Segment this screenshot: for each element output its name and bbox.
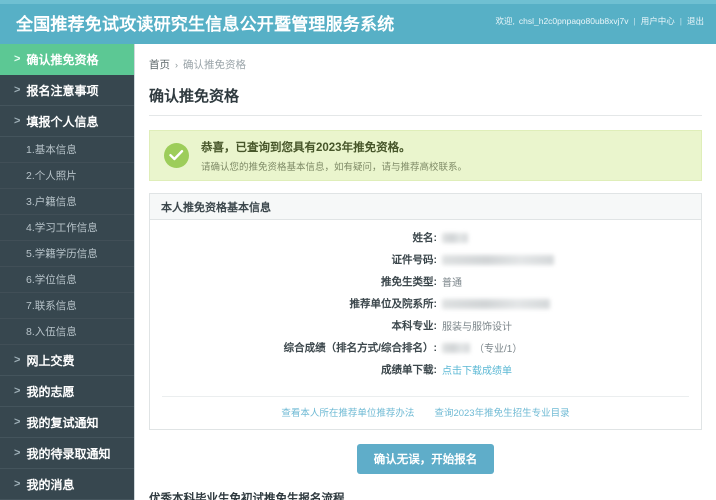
- username-label: chsl_h2c0pnpaqo80ub8xvj7v: [518, 16, 629, 26]
- flow-section-title: 优秀本科毕业生免初试推免生报名流程: [149, 493, 345, 500]
- sidebar-item-label: 填报个人信息: [26, 114, 99, 129]
- sidebar-item-my-messages[interactable]: > 我的消息: [0, 469, 134, 500]
- view-recommend-method-link[interactable]: 查看本人所在推荐单位推荐办法: [281, 405, 414, 419]
- alert-title: 恭喜，已查询到您具有2023年推免资格。: [201, 141, 411, 154]
- sidebar-item-label: 我的待录取通知: [26, 446, 111, 461]
- user-center-link[interactable]: 用户中心: [641, 15, 675, 27]
- sidebar-item-personal-info[interactable]: > 填报个人信息: [0, 106, 134, 137]
- main-content: 首页 › 确认推免资格 确认推免资格 恭喜，已查询到您具有2023年推免资格。 …: [135, 44, 716, 500]
- welcome-prefix: 欢迎,: [495, 16, 515, 26]
- sidebar-subitem-degree[interactable]: 6.学位信息: [0, 267, 134, 293]
- user-area: 欢迎, chsl_h2c0pnpaqo80ub8xvj7v | 用户中心 | 退…: [496, 15, 705, 27]
- field-value: [442, 298, 550, 309]
- chevron-right-icon: >: [14, 478, 21, 490]
- page-title: 确认推免资格: [149, 88, 240, 105]
- sidebar-item-admission-notice[interactable]: > 我的待录取通知: [0, 438, 134, 469]
- alert-text-block: 恭喜，已查询到您具有2023年推免资格。 请确认您的推免资格基本信息，如有疑问，…: [201, 139, 467, 173]
- field-row-id-number: 证件号码:: [150, 250, 701, 269]
- sidebar-item-label: 我的消息: [26, 477, 75, 492]
- chevron-right-icon: >: [14, 84, 21, 96]
- site-title: 全国推荐免试攻读研究生信息公开暨管理服务系统: [16, 14, 395, 34]
- sidebar-item-confirm-qualification[interactable]: > 确认推免资格: [0, 44, 134, 75]
- sidebar-item-registration-notes[interactable]: > 报名注意事项: [0, 75, 134, 106]
- user-area-separator-1: |: [633, 16, 636, 26]
- breadcrumb-home-link[interactable]: 首页: [149, 57, 170, 72]
- field-label: 综合成绩（排名方式/综合排名）:: [283, 342, 437, 354]
- redacted-value: [442, 254, 554, 265]
- top-header-bar: 全国推荐免试攻读研究生信息公开暨管理服务系统 欢迎, chsl_h2c0pnpa…: [0, 0, 716, 44]
- header-accent-strip: [0, 0, 716, 4]
- qualification-info-panel: 本人推免资格基本信息 姓名: 证件号码: 推免生类型: 普通 推荐单位及院系所:…: [149, 193, 702, 430]
- confirm-start-registration-button[interactable]: 确认无误，开始报名: [356, 444, 495, 474]
- sidebar-subitem-enlistment[interactable]: 8.入伍信息: [0, 319, 134, 345]
- sidebar-subitem-education[interactable]: 5.学籍学历信息: [0, 241, 134, 267]
- redacted-value: [442, 298, 550, 309]
- sidebar-subitem-contact[interactable]: 7.联系信息: [0, 293, 134, 319]
- field-label: 推荐单位及院系所:: [349, 298, 438, 310]
- sidebar-subitem-basic-info[interactable]: 1.基本信息: [0, 137, 134, 163]
- app-root: 全国推荐免试攻读研究生信息公开暨管理服务系统 欢迎, chsl_h2c0pnpa…: [0, 0, 716, 500]
- sidebar-item-label: 确认推免资格: [26, 52, 99, 67]
- field-value: [442, 232, 468, 243]
- sidebar-item-my-choices[interactable]: > 我的志愿: [0, 376, 134, 407]
- field-value: （专业/1）: [442, 340, 522, 355]
- breadcrumb: 首页 › 确认推免资格: [149, 57, 716, 72]
- panel-body: 姓名: 证件号码: 推免生类型: 普通 推荐单位及院系所: 本科专业: 服装与服…: [150, 220, 701, 388]
- field-label: 本科专业:: [391, 320, 438, 332]
- sidebar-subitem-household[interactable]: 3.户籍信息: [0, 189, 134, 215]
- sidebar-item-online-payment[interactable]: > 网上交费: [0, 345, 134, 376]
- field-row-transcript: 成绩单下载: 点击下载成绩单: [150, 360, 701, 379]
- sidebar-item-reexam-notice[interactable]: > 我的复试通知: [0, 407, 134, 438]
- field-row-name: 姓名:: [150, 228, 701, 247]
- field-row-major: 本科专业: 服装与服饰设计: [150, 316, 701, 335]
- action-button-wrapper: 确认无误，开始报名: [135, 444, 716, 474]
- logout-link[interactable]: 退出: [687, 15, 704, 27]
- field-value: 点击下载成绩单: [442, 362, 512, 377]
- breadcrumb-current: 确认推免资格: [183, 59, 246, 71]
- redacted-value: [442, 232, 468, 243]
- chevron-right-icon: >: [14, 447, 21, 459]
- field-label: 推免生类型:: [381, 276, 437, 288]
- chevron-right-icon: >: [14, 53, 21, 65]
- field-label: 证件号码:: [391, 254, 438, 266]
- field-label: 成绩单下载:: [381, 364, 437, 376]
- breadcrumb-separator-icon: ›: [175, 59, 178, 70]
- qualification-success-alert: 恭喜，已查询到您具有2023年推免资格。 请确认您的推免资格基本信息，如有疑问，…: [149, 130, 702, 181]
- panel-footer-links: 查看本人所在推荐单位推荐办法 查询2023年推免生招生专业目录: [150, 397, 701, 429]
- field-value: 服装与服饰设计: [442, 322, 512, 333]
- panel-heading: 本人推免资格基本信息: [150, 194, 701, 220]
- sidebar-item-label: 网上交费: [26, 353, 75, 368]
- user-area-separator-2: |: [679, 16, 682, 26]
- sidebar-nav: > 确认推免资格 > 报名注意事项 > 填报个人信息 1.基本信息 2.个人照片…: [0, 44, 135, 500]
- sidebar-subitem-photo[interactable]: 2.个人照片: [0, 163, 134, 189]
- field-label: 姓名:: [412, 232, 438, 244]
- chevron-right-icon: >: [14, 416, 21, 428]
- sidebar-subitem-study-work[interactable]: 4.学习工作信息: [0, 215, 134, 241]
- title-divider: [149, 115, 702, 116]
- chevron-right-icon: >: [14, 115, 21, 127]
- download-transcript-link[interactable]: 点击下载成绩单: [442, 362, 512, 377]
- chevron-right-icon: >: [14, 354, 21, 366]
- field-value: 普通: [442, 278, 462, 289]
- query-major-catalog-link[interactable]: 查询2023年推免生招生专业目录: [434, 405, 569, 419]
- check-circle-icon: [164, 143, 189, 168]
- field-value: [442, 254, 554, 265]
- sidebar-item-label: 我的志愿: [26, 384, 75, 399]
- rank-suffix: （专业/1）: [474, 344, 523, 355]
- sidebar-item-label: 我的复试通知: [26, 415, 99, 430]
- field-row-recommend-type: 推免生类型: 普通: [150, 272, 701, 291]
- chevron-right-icon: >: [14, 385, 21, 397]
- alert-subtitle: 请确认您的推免资格基本信息，如有疑问，请与推荐高校联系。: [201, 161, 468, 173]
- field-row-overall-score: 综合成绩（排名方式/综合排名）: （专业/1）: [150, 338, 701, 357]
- field-row-recommend-unit: 推荐单位及院系所:: [150, 294, 701, 313]
- sidebar-item-label: 报名注意事项: [26, 83, 99, 98]
- redacted-value: [442, 342, 470, 353]
